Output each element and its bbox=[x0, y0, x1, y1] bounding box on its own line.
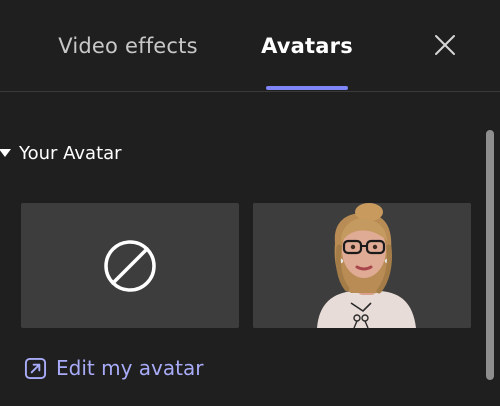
no-avatar-icon bbox=[104, 239, 156, 292]
close-button[interactable] bbox=[428, 28, 462, 62]
edit-my-avatar-link[interactable]: Edit my avatar bbox=[24, 353, 203, 383]
close-icon bbox=[435, 35, 455, 55]
vertical-scrollbar[interactable] bbox=[486, 130, 494, 380]
avatar-option[interactable] bbox=[253, 203, 471, 328]
edit-my-avatar-label: Edit my avatar bbox=[56, 356, 204, 380]
tab-avatars-label: Avatars bbox=[261, 34, 353, 58]
tab-video-effects-label: Video effects bbox=[58, 34, 198, 58]
panel-header: Video effects Avatars bbox=[0, 0, 500, 92]
your-avatar-section-toggle[interactable]: Your Avatar bbox=[0, 138, 122, 168]
tab-video-effects[interactable]: Video effects bbox=[50, 0, 206, 92]
avatar-panel: Video effects Avatars Your Avatar Edit m… bbox=[0, 0, 500, 406]
open-external-icon bbox=[24, 357, 47, 379]
tab-avatars[interactable]: Avatars bbox=[258, 0, 356, 92]
avatar-image bbox=[253, 203, 471, 328]
section-title: Your Avatar bbox=[19, 142, 122, 164]
active-tab-indicator bbox=[266, 86, 348, 90]
no-avatar-option[interactable] bbox=[21, 203, 239, 328]
caret-down-icon bbox=[0, 149, 11, 157]
